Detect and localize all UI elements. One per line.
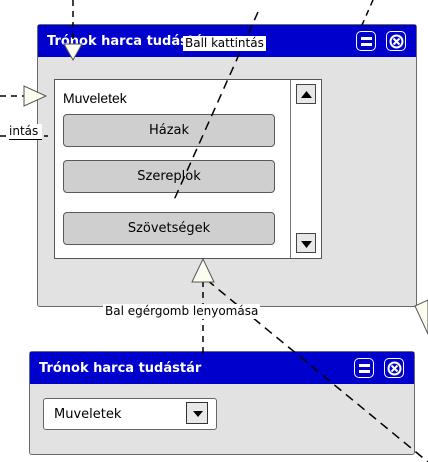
operations-dropdown[interactable]: Muveletek [43, 398, 217, 430]
arrow-down-icon[interactable] [296, 233, 316, 253]
top-right-transition-line [361, 0, 374, 26]
operations-panel: Muveletek Házak Szereplok Szövetségek [54, 79, 322, 259]
minimize-icon[interactable] [354, 358, 374, 378]
alliances-button[interactable]: Szövetségek [63, 212, 275, 245]
arrow-up-icon[interactable] [296, 84, 316, 104]
left-transition-label: intás [9, 124, 43, 140]
chevron-down-icon[interactable] [186, 402, 208, 424]
close-icon[interactable] [384, 358, 404, 378]
panel-header: Muveletek [63, 90, 127, 106]
minimize-icon[interactable] [356, 31, 376, 51]
second-window-title: Trónok harca tudástár [39, 361, 202, 376]
second-window: Trónok harca tudástár Muveletek [29, 351, 415, 455]
dropdown-value: Muveletek [54, 407, 122, 422]
main-window: Trónok harca tudástár Muveletek Házak Sz… [37, 24, 417, 307]
characters-button[interactable]: Szereplok [63, 160, 275, 193]
open-triangle-arrowhead-icon [414, 299, 428, 335]
top-transition-label: Ball kattintás [183, 36, 266, 51]
houses-button[interactable]: Házak [63, 114, 275, 147]
panel-scrollbar[interactable] [290, 80, 321, 258]
close-icon[interactable] [386, 31, 406, 51]
bottom-transition-label: Bal egérgomb lenyomása [103, 304, 261, 319]
